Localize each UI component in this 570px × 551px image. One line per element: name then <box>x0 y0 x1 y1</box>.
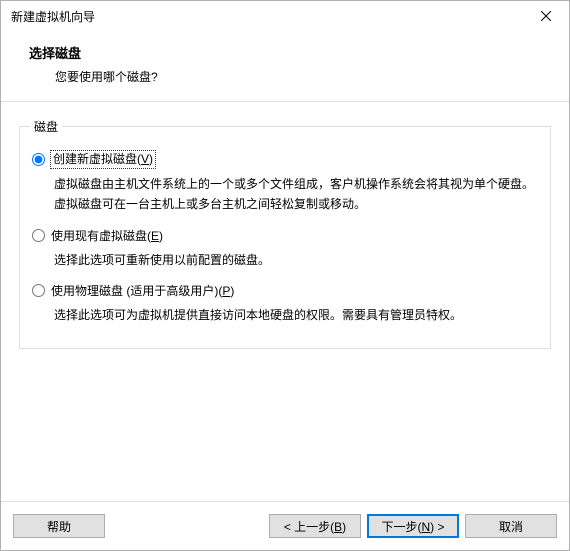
close-button[interactable] <box>523 1 569 31</box>
option-use-physical: 使用物理磁盘 (适用于高级用户)(P) 选择此选项可为虚拟机提供直接访问本地硬盘… <box>30 282 540 325</box>
option-use-existing: 使用现有虚拟磁盘(E) 选择此选项可重新使用以前配置的磁盘。 <box>30 227 540 270</box>
option-use-existing-label: 使用现有虚拟磁盘(E) <box>51 227 163 244</box>
radio-use-physical[interactable] <box>32 284 45 297</box>
option-create-new-desc: 虚拟磁盘由主机文件系统上的一个或多个文件组成，客户机操作系统会将其视为单个硬盘。… <box>54 174 540 215</box>
close-icon <box>541 11 551 21</box>
option-use-physical-label: 使用物理磁盘 (适用于高级用户)(P) <box>51 282 234 299</box>
titlebar: 新建虚拟机向导 <box>1 1 569 31</box>
help-button[interactable]: 帮助 <box>13 514 105 538</box>
radio-create-new[interactable] <box>32 153 45 166</box>
footer: 帮助 < 上一步(B) 下一步(N) > 取消 <box>1 501 569 550</box>
disk-group: 磁盘 创建新虚拟磁盘(V) 虚拟磁盘由主机文件系统上的一个或多个文件组成，客户机… <box>19 118 551 349</box>
content-area: 磁盘 创建新虚拟磁盘(V) 虚拟磁盘由主机文件系统上的一个或多个文件组成，客户机… <box>1 102 569 501</box>
option-create-new: 创建新虚拟磁盘(V) 虚拟磁盘由主机文件系统上的一个或多个文件组成，客户机操作系… <box>30 151 540 215</box>
header-panel: 选择磁盘 您要使用哪个磁盘? <box>1 31 569 102</box>
option-create-new-label: 创建新虚拟磁盘(V) <box>51 151 155 168</box>
option-create-new-row[interactable]: 创建新虚拟磁盘(V) <box>32 151 540 168</box>
option-use-physical-desc: 选择此选项可为虚拟机提供直接访问本地硬盘的权限。需要具有管理员特权。 <box>54 305 540 325</box>
page-subtitle: 您要使用哪个磁盘? <box>29 68 549 85</box>
page-title: 选择磁盘 <box>29 43 549 62</box>
next-button[interactable]: 下一步(N) > <box>367 514 459 538</box>
option-use-physical-row[interactable]: 使用物理磁盘 (适用于高级用户)(P) <box>32 282 540 299</box>
radio-use-existing[interactable] <box>32 229 45 242</box>
wizard-window: 新建虚拟机向导 选择磁盘 您要使用哪个磁盘? 磁盘 创建新虚拟磁盘(V) 虚拟磁… <box>0 0 570 551</box>
option-use-existing-desc: 选择此选项可重新使用以前配置的磁盘。 <box>54 250 540 270</box>
back-button[interactable]: < 上一步(B) <box>269 514 361 538</box>
window-title: 新建虚拟机向导 <box>11 8 523 25</box>
cancel-button[interactable]: 取消 <box>465 514 557 538</box>
option-use-existing-row[interactable]: 使用现有虚拟磁盘(E) <box>32 227 540 244</box>
group-legend: 磁盘 <box>30 118 62 135</box>
